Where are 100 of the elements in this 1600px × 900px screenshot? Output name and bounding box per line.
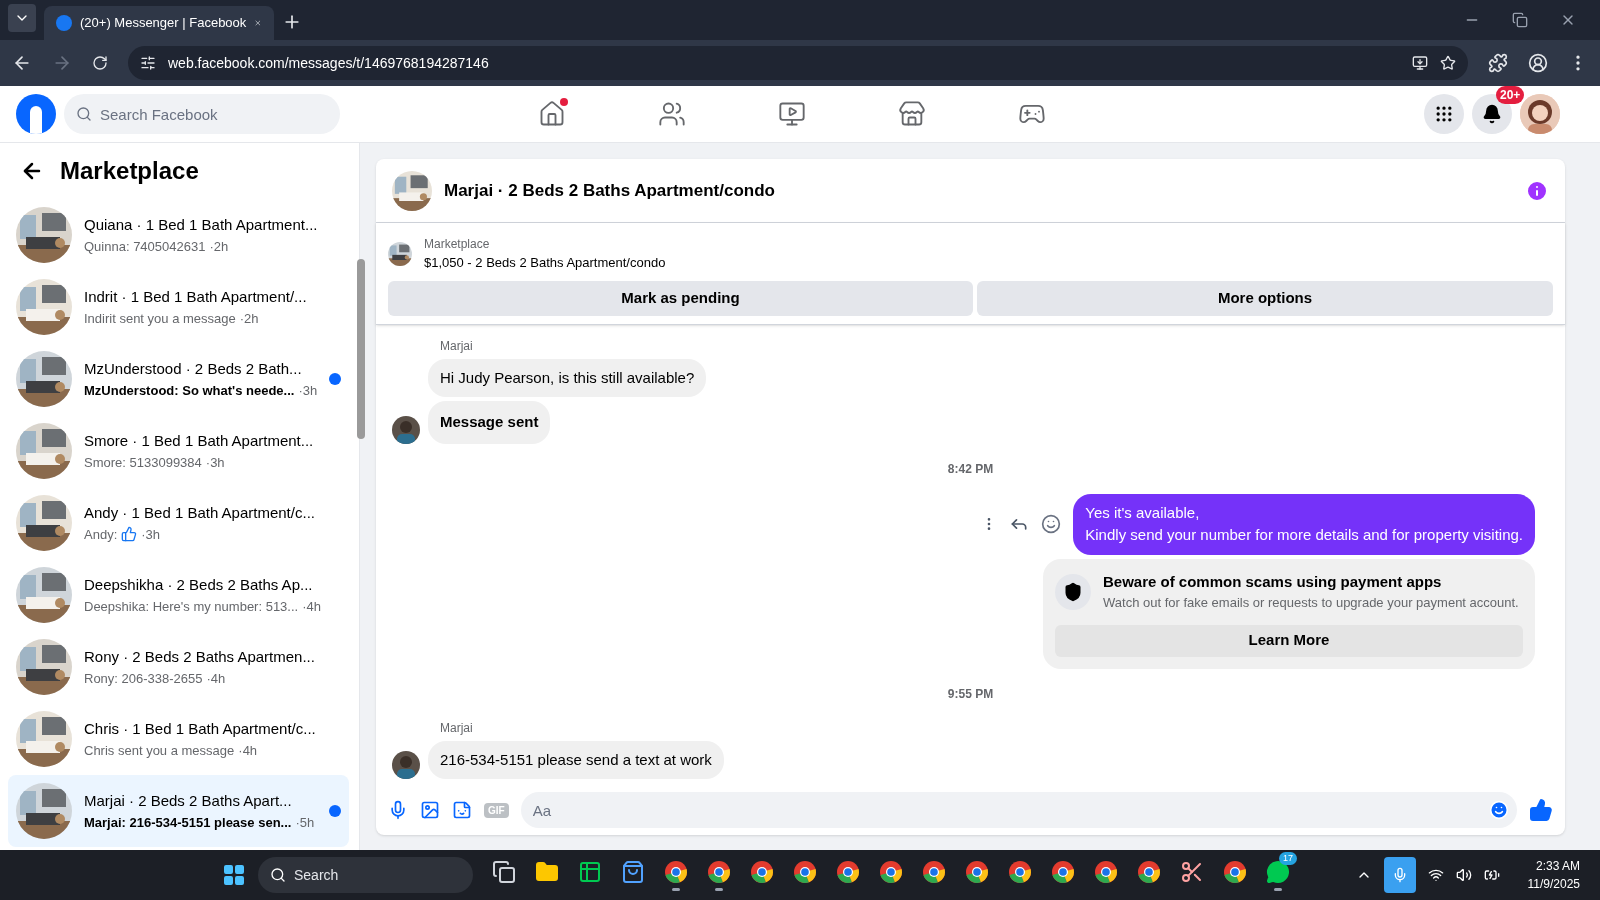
browser-icon[interactable] [879,859,903,884]
message-time: ·4h [206,669,226,688]
action-button[interactable]: More options [977,280,1553,316]
action-button[interactable]: Mark as pending [388,280,973,316]
browser-icon[interactable] [1137,859,1161,884]
conversation-title: Andy · 1 Bed 1 Bath Apartment/c... [84,503,316,523]
speaker-icon[interactable] [1455,867,1472,883]
browser-tab[interactable]: (20+) Messenger | Facebook [44,6,274,40]
conversation-item[interactable]: Indrit · 1 Bed 1 Bath Apartment/... Indirit sent you a message ·2h [8,271,350,343]
unread-badge: 17 [1279,851,1297,865]
learn-more-button[interactable]: Learn More [1055,624,1523,657]
tab-title: (20+) Messenger | Facebook [80,14,247,33]
image-icon[interactable] [420,800,440,820]
video-icon[interactable] [778,100,806,128]
timestamp: 8:42 PM [947,460,994,478]
message-preview: Chris sent you a message [84,741,235,760]
message-time: ·4h [238,741,258,760]
message-time: ·3h [141,525,161,544]
tab-favicon-icon [56,15,72,31]
message-line: Kindly send your number for more details and for property visiting. [1085,525,1523,545]
browser-icon[interactable] [793,859,817,884]
scissors-icon[interactable] [1180,859,1204,884]
message-preview: Smore: 5133099384 [84,453,202,472]
emoji-icon[interactable] [1041,514,1062,534]
search-field[interactable]: Search Facebook [64,94,340,134]
wifi-icon[interactable] [1427,867,1444,883]
search-label: Search [294,865,339,885]
like-icon[interactable] [1529,798,1553,822]
task-view-icon[interactable] [492,859,516,884]
message-bubble: 216-534-5151 please send a text at work [428,740,724,779]
browser-icon[interactable] [1008,859,1032,884]
sender-name: Marjai [440,719,474,737]
conversation-item[interactable]: Chris · 1 Bed 1 Bath Apartment/c... Chris sent you a message ·4h [8,703,350,775]
search-icon [76,106,92,122]
spreadsheet-icon[interactable] [578,859,602,884]
bookmark-star-icon[interactable] [1440,55,1456,71]
conversation-item[interactable]: MzUnderstood · 2 Beds 2 Bath... MzUnderstood: So what's neede... ·3h [8,343,350,415]
conversation-item[interactable]: Quiana · 1 Bed 1 Bath Apartment... Quinna: 7405042631 ·2h [8,199,350,271]
sender-name: Marjai [440,337,474,355]
message-time: ·5h [295,813,315,832]
browser-icon[interactable] [750,859,774,884]
scrollbar-thumb[interactable] [357,259,366,439]
conversation-title: MzUnderstood · 2 Beds 2 Bath... [84,359,303,379]
message-time: ·2h [209,237,229,256]
address-bar[interactable]: web.facebook.com/messages/t/1469768194287146 [128,46,1468,80]
clock-date: 11/9/2025 [1527,876,1580,893]
browser-icon[interactable] [664,859,688,884]
people-icon[interactable] [658,100,686,128]
message-time: ·3h [298,381,318,400]
listing-label: Marketplace [424,236,491,253]
store-icon[interactable] [898,100,926,128]
browser-icon[interactable] [707,859,731,884]
conversation-title: Indrit · 1 Bed 1 Bath Apartment/... [84,287,308,307]
folder-icon[interactable] [535,859,559,884]
taskbar-search[interactable]: Search [258,857,473,893]
conversation-item[interactable]: Marjai · 2 Beds 2 Baths Apart... Marjai: 216-534-5151 please sen... ·5h [8,775,350,847]
extensions-icon[interactable] [1488,53,1508,73]
message-preview: Indirit sent you a message [84,309,236,328]
browser-icon[interactable] [1094,859,1118,884]
browser-icon[interactable] [1223,859,1247,884]
chat-title: Marjai · 2 Beds 2 Baths Apartment/condo [444,179,776,202]
home-icon[interactable] [538,100,566,128]
browser-icon[interactable] [836,859,860,884]
microphone-icon[interactable] [388,800,408,820]
tab-list-button[interactable] [8,4,36,32]
conversation-item[interactable]: Smore · 1 Bed 1 Bath Apartment... Smore: 5133099384 ·3h [8,415,350,487]
facebook-logo-icon[interactable] [16,94,56,134]
message-bubble: Hi Judy Pearson, is this still available? [428,358,707,397]
conversation-item[interactable]: Andy · 1 Bed 1 Bath Apartment/c... Andy: ·3h [8,487,350,559]
site-settings-icon[interactable] [140,55,156,71]
profile-icon[interactable] [1528,53,1548,73]
restore-icon[interactable] [1512,12,1528,28]
message-preview: MzUnderstood: So what's neede... [84,381,295,400]
browser-icon[interactable] [965,859,989,884]
timestamp: 9:55 PM [947,685,994,703]
store-icon[interactable] [621,859,645,884]
start-icon[interactable] [222,863,246,887]
sticker-icon[interactable] [452,800,472,820]
menu-button[interactable] [1424,94,1464,134]
message-time: ·4h [302,597,321,616]
conversation-title: Smore · 1 Bed 1 Bath Apartment... [84,431,315,451]
bell-icon [1482,104,1502,124]
conversation-item[interactable]: Rony · 2 Beds 2 Baths Apartmen... Rony: 206-338-2655 ·4h [8,631,350,703]
chat-app-icon[interactable] [1266,859,1290,884]
shield-icon [1055,573,1091,610]
listing-title: $1,050 - 2 Beds 2 Baths Apartment/condo [424,254,666,272]
conversation-item[interactable]: Deepshikha · 2 Beds 2 Baths Ap... Deepshika: Here's my number: 513... ·4h [8,559,350,631]
reload-icon[interactable] [92,55,108,71]
browser-icon[interactable] [1051,859,1075,884]
sidebar-title: Marketplace [60,156,199,186]
notification-badge: 20+ [1496,86,1525,104]
message-preview: Quinna: 7405042631 [84,237,206,256]
url-text: web.facebook.com/messages/t/1469768194287146 [168,53,490,73]
warning-text: Watch out for fake emails or requests to upgrade your payment account. [1103,594,1519,612]
browser-icon[interactable] [922,859,946,884]
conversation-title: Deepshikha · 2 Beds 2 Baths Ap... [84,575,314,595]
microphone-button[interactable] [1383,857,1416,893]
install-icon[interactable] [1412,55,1428,71]
message-input[interactable]: Aa [520,792,1517,828]
battery-icon[interactable] [1483,867,1500,883]
